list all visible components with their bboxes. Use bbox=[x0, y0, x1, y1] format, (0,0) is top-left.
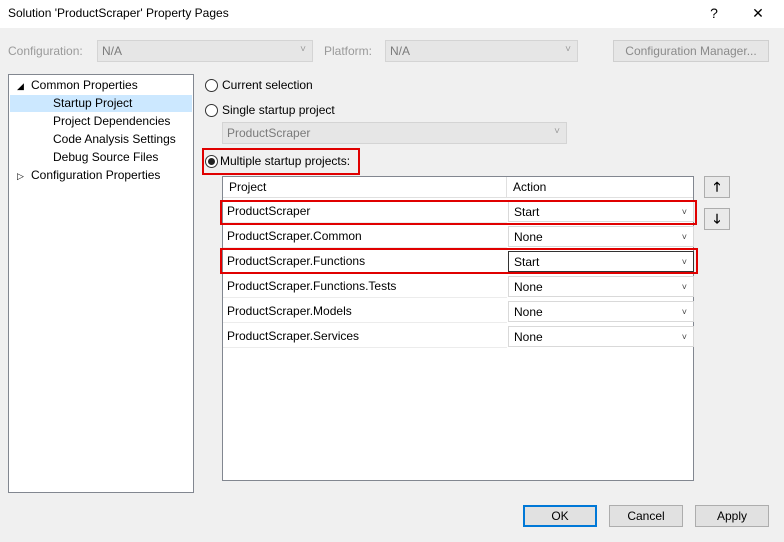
single-startup-combo[interactable]: ProductScraper ˅ bbox=[222, 122, 567, 144]
action-value: None bbox=[514, 280, 543, 294]
project-cell[interactable]: ProductScraper.Common bbox=[223, 224, 507, 248]
project-cell[interactable]: ProductScraper.Functions.Tests bbox=[223, 274, 507, 298]
tree-item-common-properties[interactable]: ◢ Common Properties bbox=[17, 77, 138, 94]
configuration-combo[interactable]: N/A ˅ bbox=[97, 40, 313, 62]
single-startup-label[interactable]: Single startup project bbox=[222, 103, 335, 117]
chevron-down-icon: ˅ bbox=[554, 126, 560, 137]
project-cell[interactable]: ProductScraper.Models bbox=[223, 299, 507, 323]
current-selection-label[interactable]: Current selection bbox=[222, 78, 313, 92]
action-dropdown[interactable]: None ˅ bbox=[508, 226, 694, 247]
action-value: None bbox=[514, 230, 543, 244]
action-dropdown[interactable]: None ˅ bbox=[508, 301, 694, 322]
close-button[interactable]: ✕ bbox=[738, 0, 778, 26]
help-button[interactable]: ? bbox=[694, 0, 734, 26]
tree-item-debug-source-files[interactable]: Debug Source Files bbox=[53, 149, 158, 166]
move-down-button[interactable]: 🡓 bbox=[704, 208, 730, 230]
tree-item-code-analysis-settings[interactable]: Code Analysis Settings bbox=[53, 131, 176, 148]
configuration-value: N/A bbox=[102, 44, 123, 58]
property-tree: ◢ Common Properties Startup Project Proje… bbox=[8, 74, 194, 493]
apply-button[interactable]: Apply bbox=[695, 505, 769, 527]
single-startup-radio[interactable] bbox=[205, 104, 218, 117]
tree-item-label: Configuration Properties bbox=[31, 168, 161, 182]
chevron-down-icon: ˅ bbox=[300, 44, 306, 55]
chevron-down-icon: ˅ bbox=[681, 232, 687, 242]
chevron-down-icon: ˅ bbox=[681, 282, 687, 292]
tree-item-label: Startup Project bbox=[53, 96, 133, 110]
expand-icon[interactable]: ◢ bbox=[17, 78, 31, 95]
configuration-label: Configuration: bbox=[8, 44, 83, 58]
chevron-down-icon: ˅ bbox=[681, 332, 687, 342]
chevron-down-icon: ˅ bbox=[565, 44, 571, 55]
action-value: None bbox=[514, 330, 543, 344]
action-value: None bbox=[514, 305, 543, 319]
highlight-box bbox=[202, 148, 360, 175]
highlight-box bbox=[220, 248, 698, 274]
highlight-box bbox=[220, 200, 697, 225]
project-cell[interactable]: ProductScraper.Services bbox=[223, 324, 507, 348]
current-selection-radio[interactable] bbox=[205, 79, 218, 92]
arrow-down-icon: 🡓 bbox=[713, 211, 721, 226]
single-startup-value: ProductScraper bbox=[227, 126, 311, 140]
column-header-project[interactable]: Project bbox=[223, 177, 507, 198]
move-up-button[interactable]: 🡑 bbox=[704, 176, 730, 198]
column-header-action[interactable]: Action bbox=[507, 177, 693, 198]
tree-item-startup-project[interactable]: Startup Project bbox=[10, 95, 192, 112]
chevron-down-icon: ˅ bbox=[681, 307, 687, 317]
window-title: Solution 'ProductScraper' Property Pages bbox=[8, 6, 229, 20]
tree-item-label: Common Properties bbox=[31, 78, 138, 92]
collapsed-icon[interactable]: ▷ bbox=[17, 168, 31, 185]
arrow-up-icon: 🡑 bbox=[713, 179, 721, 194]
title-bar: Solution 'ProductScraper' Property Pages… bbox=[0, 0, 784, 28]
platform-label: Platform: bbox=[324, 44, 373, 58]
ok-button[interactable]: OK bbox=[523, 505, 597, 527]
platform-value: N/A bbox=[390, 44, 411, 58]
tree-item-configuration-properties[interactable]: ▷ Configuration Properties bbox=[17, 167, 160, 184]
action-dropdown[interactable]: None ˅ bbox=[508, 276, 694, 297]
configuration-manager-button[interactable]: Configuration Manager... bbox=[613, 40, 769, 62]
action-dropdown[interactable]: None ˅ bbox=[508, 326, 694, 347]
cancel-button[interactable]: Cancel bbox=[609, 505, 683, 527]
platform-combo[interactable]: N/A ˅ bbox=[385, 40, 578, 62]
tree-item-project-dependencies[interactable]: Project Dependencies bbox=[53, 113, 170, 130]
